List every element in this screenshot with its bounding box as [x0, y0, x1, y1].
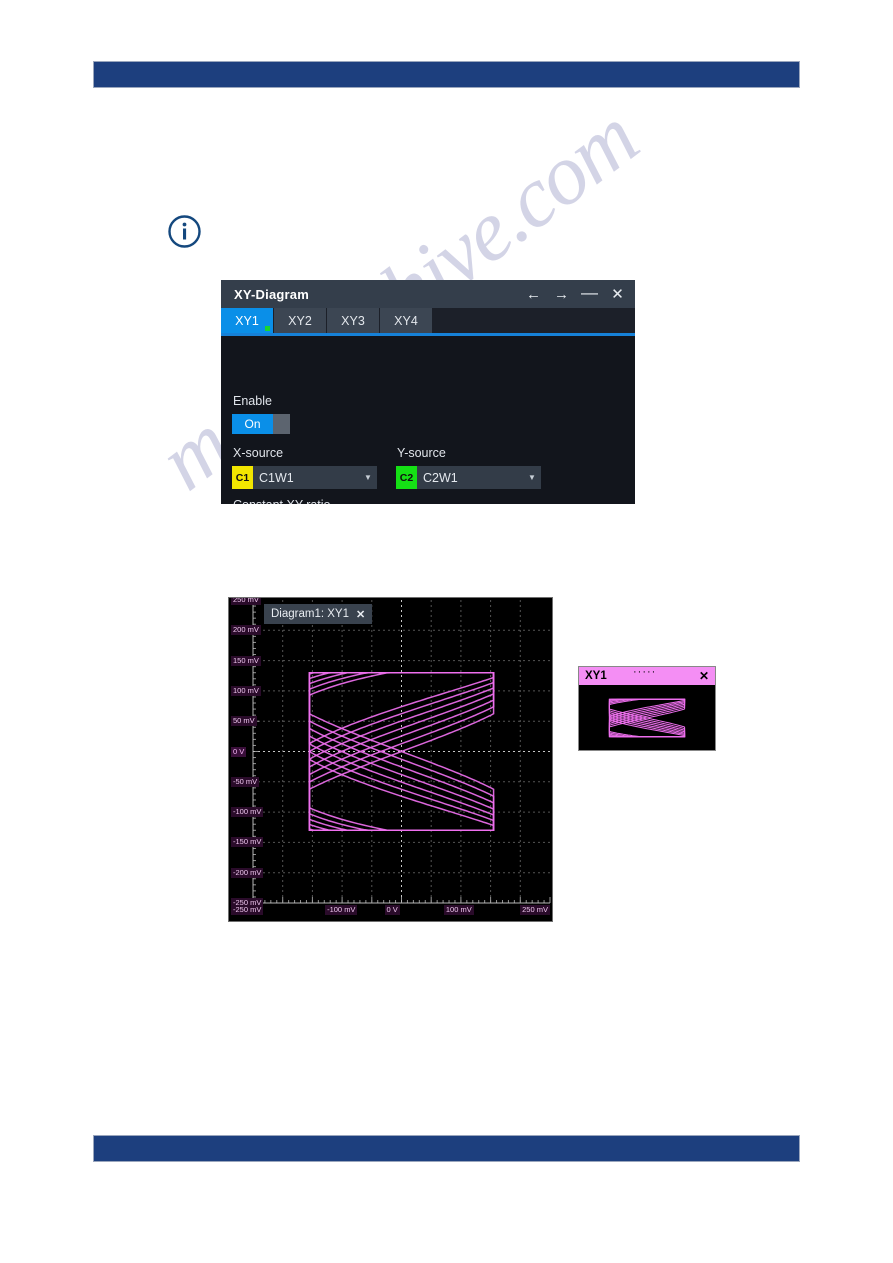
- xy1-thumbnail-canvas: [579, 685, 715, 750]
- close-icon[interactable]: ✕: [610, 287, 625, 302]
- x-axis-tick-label: 100 mV: [443, 905, 474, 915]
- y-source-label: Y-source: [397, 446, 446, 460]
- x-axis-tick-label: -100 mV: [325, 905, 358, 915]
- constant-xy-ratio-label: Constant XY-ratio: [233, 498, 331, 504]
- y-axis-tick-label: 0 V: [231, 746, 247, 757]
- y-source-dropdown[interactable]: C2 C2W1 ▼: [396, 466, 541, 489]
- enable-toggle-handle: [273, 414, 290, 434]
- y-axis-tick-label: 50 mV: [231, 716, 257, 727]
- info-circle-icon: [167, 214, 202, 249]
- diagram-tag[interactable]: Diagram1: XY1 ✕: [264, 604, 373, 624]
- scope-grid: [252, 599, 551, 904]
- close-icon[interactable]: ✕: [699, 669, 709, 683]
- tab-xy2-label: XY2: [288, 313, 312, 328]
- enable-toggle[interactable]: On: [232, 414, 290, 434]
- y-axis-tick-label: -100 mV: [231, 807, 264, 818]
- tab-xy1-active-dot: [265, 326, 270, 331]
- y-axis-tick-label: 250 mV: [231, 597, 261, 605]
- xy1-thumbnail-titlebar[interactable]: XY1 ····· ✕: [579, 667, 715, 685]
- chevron-down-icon: ▼: [364, 473, 372, 482]
- x-axis-tick-label: -250 mV: [231, 905, 264, 915]
- tab-xy4-label: XY4: [394, 313, 418, 328]
- dialog-titlebar: XY-Diagram ← → — ✕: [221, 280, 635, 308]
- enable-toggle-state: On: [232, 414, 273, 434]
- dialog-body: Enable On X-source C1 C1W1 ▼ Y-source C2…: [221, 336, 635, 504]
- tab-xy2[interactable]: XY2: [274, 308, 326, 333]
- tab-xy4[interactable]: XY4: [380, 308, 432, 333]
- y-axis-tick-label: 100 mV: [231, 685, 261, 696]
- xy1-thumbnail-title: XY1: [585, 670, 607, 682]
- y-axis-tick-label: -50 mV: [231, 776, 260, 787]
- tab-xy1-label: XY1: [235, 313, 259, 328]
- x-source-channel-badge: C1: [232, 466, 253, 489]
- tab-xy3[interactable]: XY3: [327, 308, 379, 333]
- page-header-bar: [93, 61, 800, 88]
- enable-label: Enable: [233, 394, 272, 408]
- xy-diagram-plot[interactable]: Diagram1: XY1 ✕ 250 mV 200 mV 150 mV 100 mV…: [228, 597, 553, 922]
- drag-handle-icon[interactable]: ·····: [633, 667, 656, 678]
- chevron-down-icon: ▼: [528, 473, 536, 482]
- x-axis-tick-label: 0 V: [384, 905, 400, 915]
- y-axis-tick-label: -150 mV: [231, 837, 264, 848]
- page-footer-bar: [93, 1135, 800, 1162]
- dialog-tabbar: XY1 XY2 XY3 XY4: [221, 308, 635, 336]
- minimize-icon[interactable]: —: [581, 284, 598, 301]
- forward-arrow-icon[interactable]: →: [554, 287, 569, 302]
- x-source-dropdown[interactable]: C1 C1W1 ▼: [232, 466, 377, 489]
- close-icon[interactable]: ✕: [356, 608, 365, 621]
- y-axis-tick-label: 150 mV: [231, 655, 261, 666]
- y-source-channel-badge: C2: [396, 466, 417, 489]
- xy1-thumbnail-window[interactable]: XY1 ····· ✕: [578, 666, 716, 751]
- dialog-title: XY-Diagram: [234, 286, 309, 302]
- y-axis-tick-label: 200 mV: [231, 625, 261, 636]
- back-arrow-icon[interactable]: ←: [526, 287, 541, 302]
- tab-xy3-label: XY3: [341, 313, 365, 328]
- diagram-tag-label: Diagram1: XY1: [271, 608, 349, 620]
- xy-diagram-dialog: XY-Diagram ← → — ✕ XY1 XY2 XY3 XY4 Enabl…: [221, 280, 635, 504]
- y-source-value: C2W1: [423, 470, 458, 485]
- y-axis-tick-label: -200 mV: [231, 867, 264, 878]
- x-source-label: X-source: [233, 446, 284, 460]
- x-axis-tick-label: 250 mV: [520, 905, 550, 915]
- x-source-value: C1W1: [259, 470, 294, 485]
- tab-xy1[interactable]: XY1: [221, 308, 273, 333]
